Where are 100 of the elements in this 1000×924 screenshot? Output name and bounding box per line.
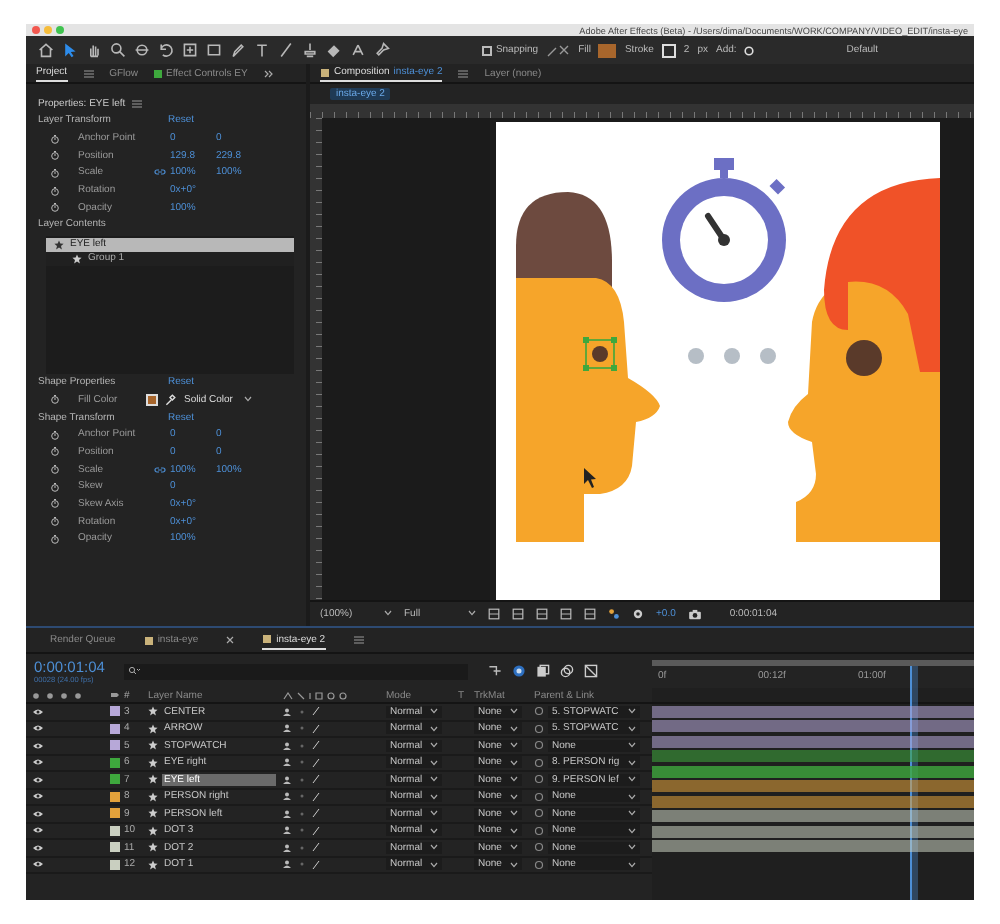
rectangle-icon[interactable] <box>206 42 222 58</box>
text-tool-icon[interactable] <box>254 42 270 58</box>
stopwatch-icon[interactable] <box>50 464 60 475</box>
layer-duration-bar[interactable] <box>652 795 974 808</box>
shy-icon[interactable] <box>282 860 292 869</box>
shy-icon[interactable] <box>282 775 292 784</box>
menu-icon[interactable] <box>83 69 94 77</box>
label-color-swatch[interactable] <box>110 808 120 819</box>
stopwatch-icon[interactable] <box>50 185 60 196</box>
stopwatch-icon[interactable] <box>50 394 60 405</box>
pen-icon[interactable] <box>230 42 246 58</box>
shy-icon[interactable] <box>282 758 292 767</box>
shy-icon[interactable] <box>282 792 292 801</box>
layer-duration-bar[interactable] <box>652 705 974 718</box>
layer-duration-bar[interactable] <box>652 720 974 733</box>
layer-duration-bar[interactable] <box>652 750 974 763</box>
exposure-icon[interactable] <box>632 607 644 620</box>
brush-icon[interactable] <box>278 42 294 58</box>
region-icon[interactable] <box>512 607 524 620</box>
stopwatch-icon[interactable] <box>50 150 60 161</box>
rotate-icon[interactable] <box>158 42 174 58</box>
shy-icon[interactable] <box>282 809 292 818</box>
graph-editor-icon[interactable] <box>584 664 599 678</box>
caret-icon <box>510 861 518 868</box>
label-color-swatch[interactable] <box>110 774 120 785</box>
layer-duration-bar[interactable] <box>652 810 974 823</box>
link-icon[interactable] <box>154 465 166 474</box>
orbit-icon[interactable] <box>134 42 150 58</box>
shy-icon[interactable] <box>282 707 292 716</box>
stopwatch-icon[interactable] <box>50 516 60 527</box>
caret-icon <box>430 742 438 749</box>
eyedropper-icon[interactable] <box>164 393 176 406</box>
layer-duration-bar[interactable] <box>652 735 974 748</box>
arrow-pointer-icon[interactable] <box>62 42 78 58</box>
pin-icon[interactable] <box>374 42 390 58</box>
shy-icon[interactable] <box>282 843 292 852</box>
search-field[interactable] <box>124 663 469 679</box>
link-icon[interactable] <box>154 168 166 177</box>
stopwatch-icon[interactable] <box>50 429 60 440</box>
layer-duration-bar[interactable] <box>652 780 974 793</box>
stopwatch-icon[interactable] <box>50 167 60 178</box>
guides-icon[interactable] <box>584 607 596 620</box>
stopwatch-icon[interactable] <box>50 446 60 457</box>
snap-options-icon[interactable] <box>546 43 571 57</box>
label-color-swatch[interactable] <box>110 791 120 802</box>
stopwatch-icon[interactable] <box>50 202 60 213</box>
caret-icon <box>510 827 518 834</box>
layer-duration-bar[interactable] <box>652 840 974 853</box>
camera-icon[interactable] <box>687 607 702 620</box>
label-color-swatch[interactable] <box>110 757 120 768</box>
composition-icon <box>143 635 154 645</box>
stopwatch-icon[interactable] <box>50 533 60 544</box>
star-icon <box>54 239 64 250</box>
draft-3d-icon[interactable] <box>512 664 527 678</box>
label-color-swatch[interactable] <box>110 706 120 717</box>
caret-icon <box>384 610 392 617</box>
frame-blending-icon[interactable] <box>536 664 551 678</box>
shy-icon[interactable] <box>282 741 292 750</box>
caret-icon <box>430 827 438 834</box>
label-icon <box>110 690 120 700</box>
stroke-swatch[interactable] <box>661 43 676 57</box>
caret-icon <box>628 827 636 834</box>
transparency-grid-icon[interactable] <box>536 607 548 620</box>
stopwatch-icon[interactable] <box>50 481 60 492</box>
label-color-swatch[interactable] <box>110 842 120 853</box>
label-color-swatch[interactable] <box>110 825 120 836</box>
add-icon[interactable] <box>744 45 755 55</box>
stopwatch-icon[interactable] <box>50 498 60 509</box>
color-swatch[interactable] <box>146 393 158 406</box>
cursor-icon <box>584 467 596 488</box>
label-color-swatch[interactable] <box>110 723 120 734</box>
label-color-swatch[interactable] <box>110 740 120 751</box>
menu-icon[interactable] <box>458 69 469 77</box>
layer-duration-bar[interactable] <box>652 765 974 778</box>
label-color-swatch[interactable] <box>110 859 120 870</box>
star-icon <box>148 706 158 717</box>
selection-handles-icon[interactable] <box>583 336 617 371</box>
zoom-icon[interactable] <box>110 42 126 58</box>
caret-icon <box>430 810 438 817</box>
close-icon[interactable] <box>226 636 235 644</box>
caret-icon <box>430 861 438 868</box>
playhead[interactable] <box>910 666 919 900</box>
menu-icon[interactable] <box>131 100 142 108</box>
fill-swatch[interactable] <box>598 43 617 57</box>
stopwatch-icon[interactable] <box>50 133 60 144</box>
caret-icon <box>510 810 518 817</box>
mask-icon[interactable] <box>560 607 572 620</box>
comp-mini-flowchart-icon[interactable] <box>488 664 503 678</box>
menu-icon[interactable] <box>353 636 364 644</box>
eraser-icon[interactable] <box>326 42 342 58</box>
layer-duration-bar[interactable] <box>652 825 974 838</box>
color-channels-icon[interactable] <box>608 607 620 620</box>
motion-blur-icon[interactable] <box>560 664 575 678</box>
stamp-icon[interactable] <box>302 42 318 58</box>
hand-icon[interactable] <box>86 42 102 58</box>
more-panels-icon[interactable] <box>263 69 274 77</box>
shy-icon[interactable] <box>282 724 292 733</box>
shy-icon[interactable] <box>282 826 292 835</box>
grid-icon[interactable] <box>488 607 500 620</box>
home-icon[interactable] <box>38 42 54 58</box>
